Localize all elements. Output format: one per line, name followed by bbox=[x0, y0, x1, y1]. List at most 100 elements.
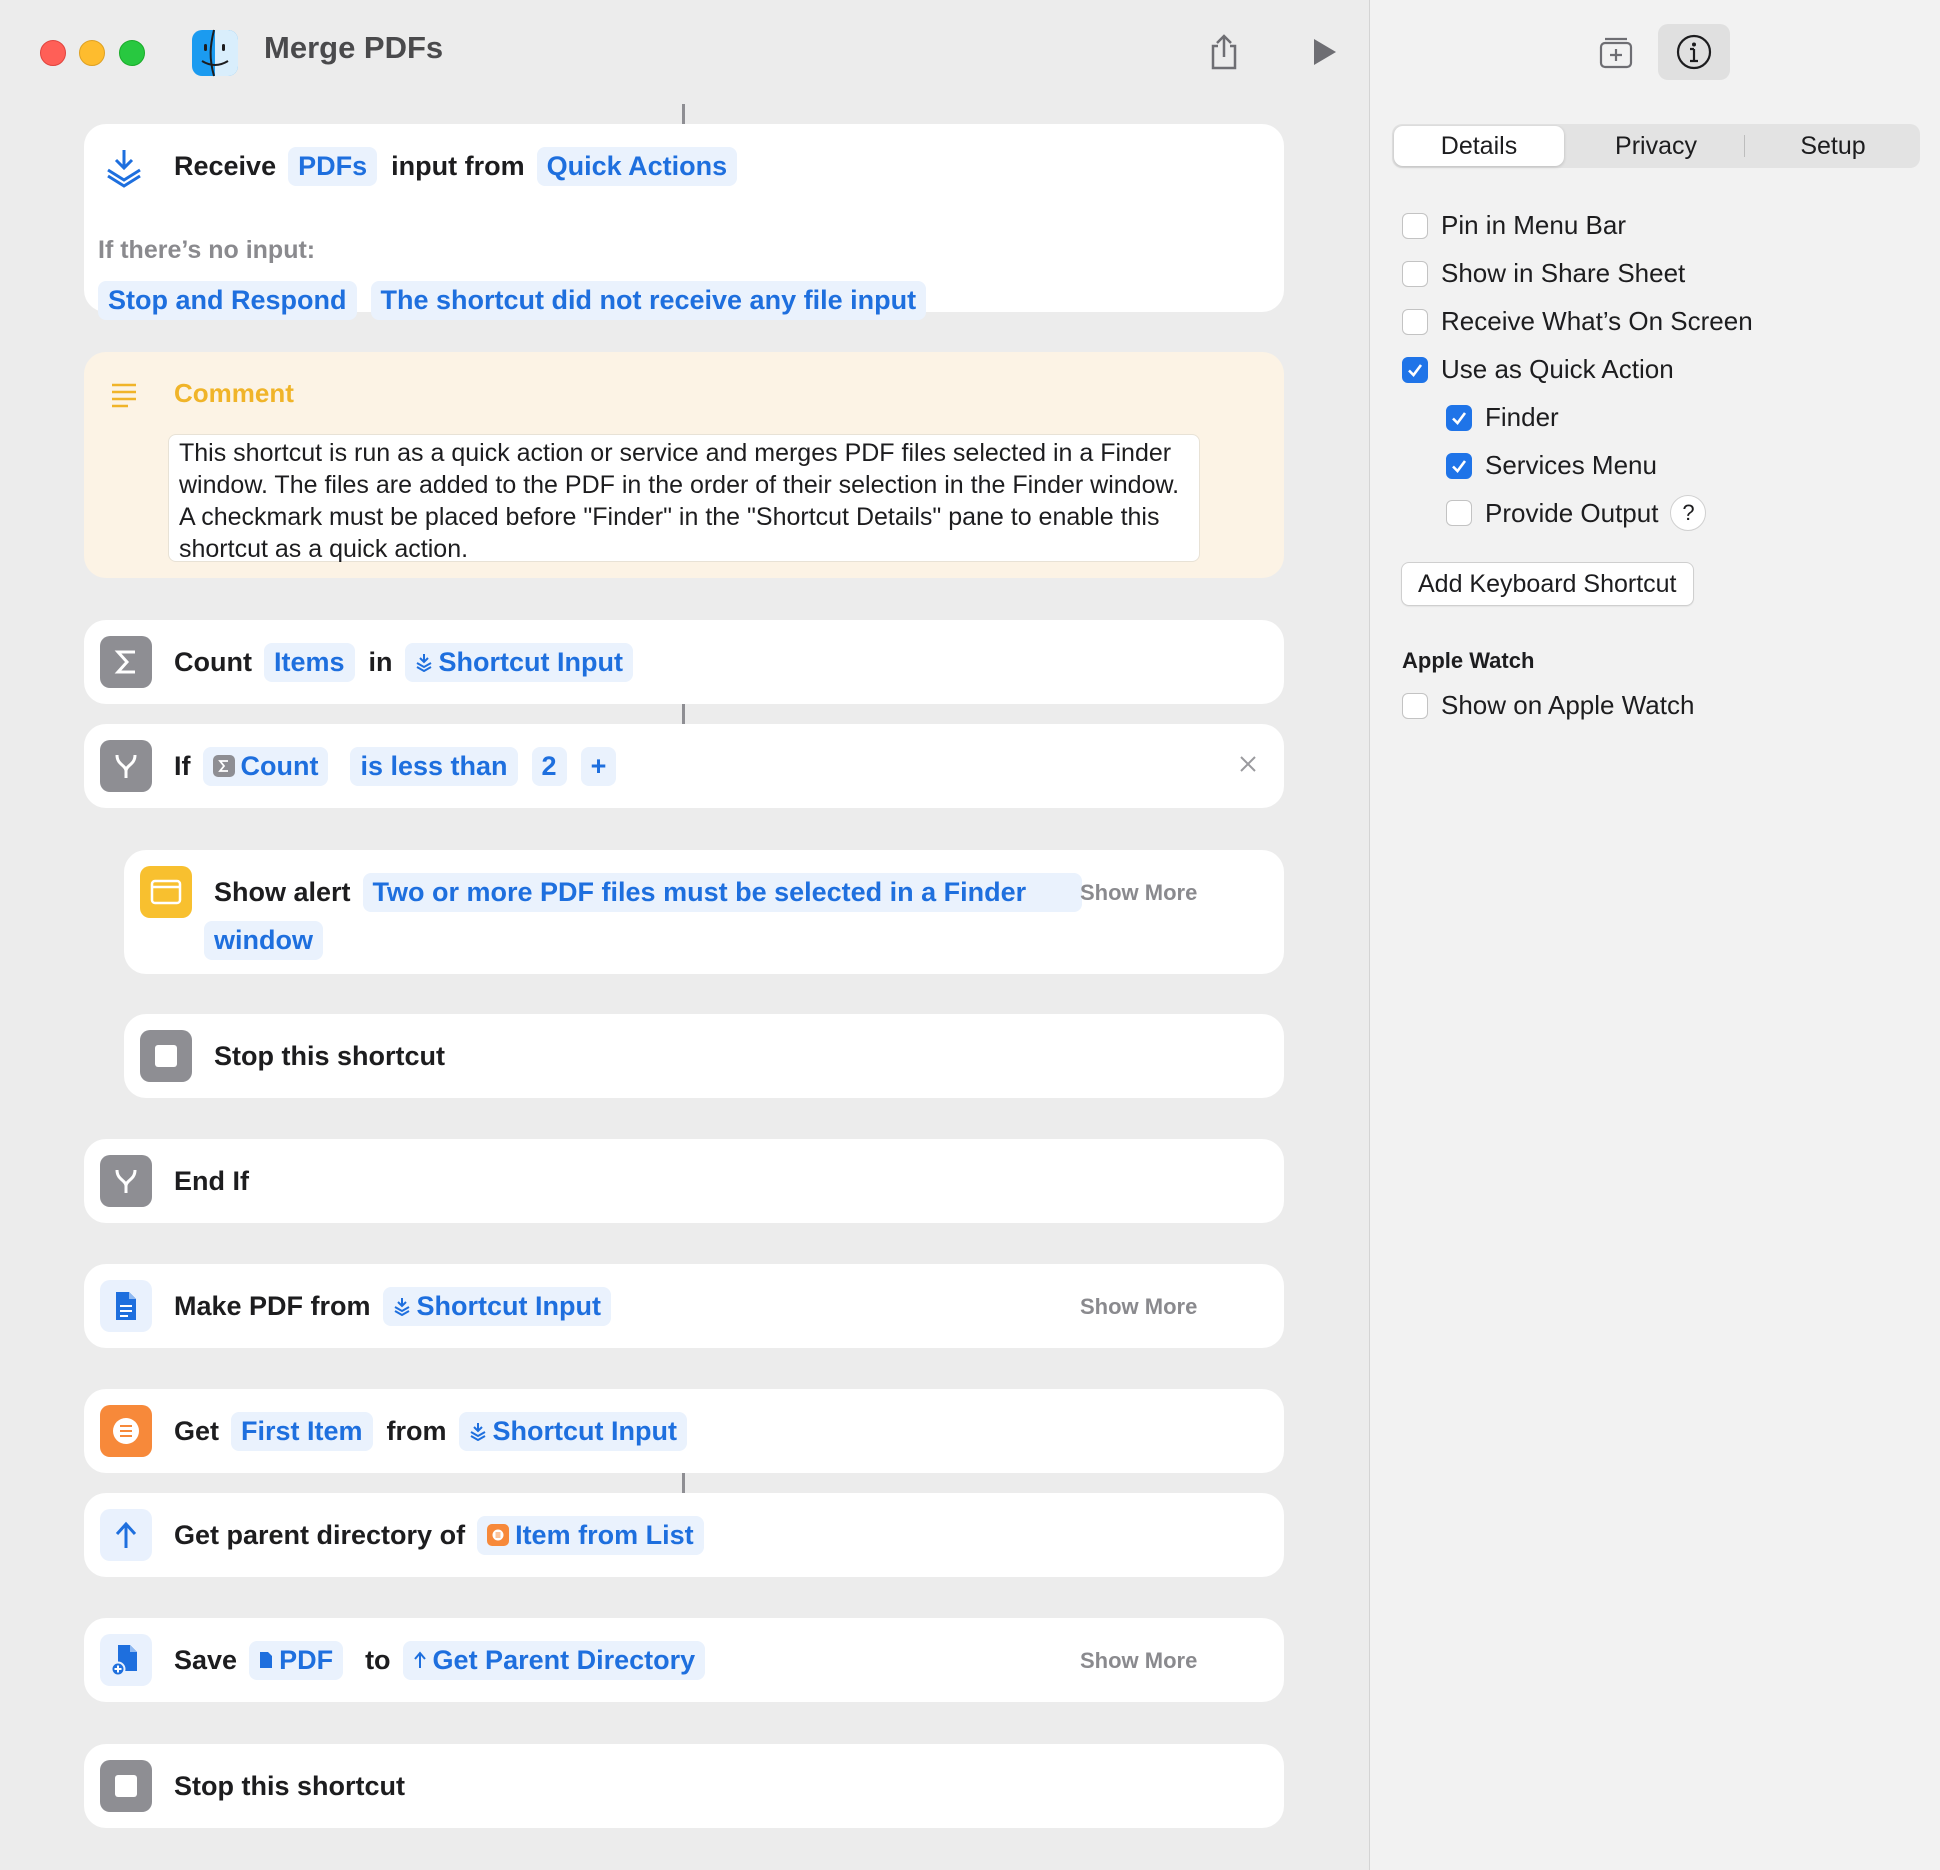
stop-action-card[interactable]: Stop this shortcut bbox=[124, 1014, 1284, 1098]
option-label: Use as Quick Action bbox=[1441, 354, 1674, 384]
close-window-button[interactable] bbox=[40, 40, 66, 66]
action-editor: Receive PDFs input from Quick Actions If… bbox=[0, 104, 1369, 1870]
checkbox[interactable] bbox=[1402, 260, 1428, 287]
checkbox[interactable] bbox=[1402, 212, 1428, 239]
option-provide-output[interactable]: Provide Output ? bbox=[1446, 495, 1707, 531]
pdf-variable-token[interactable]: PDF bbox=[249, 1640, 344, 1680]
library-icon bbox=[1599, 37, 1633, 69]
checkbox-checked[interactable] bbox=[1402, 356, 1428, 383]
count-keyword: Count bbox=[174, 646, 252, 677]
count-type-token[interactable]: Items bbox=[263, 642, 355, 682]
tab-divider bbox=[1744, 135, 1745, 157]
parent-directory-token[interactable]: Get Parent Directory bbox=[402, 1640, 706, 1680]
checkmark-icon bbox=[1408, 363, 1423, 377]
input-type-token[interactable]: PDFs bbox=[288, 146, 378, 186]
checkbox-checked[interactable] bbox=[1446, 452, 1472, 479]
receive-keyword: Receive bbox=[174, 150, 277, 181]
get-item-action-card[interactable]: Get First Item from Shortcut Input bbox=[84, 1389, 1284, 1473]
input-source-token[interactable]: Quick Actions bbox=[536, 146, 738, 186]
count-variable-label: Count bbox=[240, 750, 319, 781]
option-use-as-quick-action[interactable]: Use as Quick Action bbox=[1402, 354, 1674, 385]
make-pdf-action-card[interactable]: Make PDF from Shortcut Input Show More bbox=[84, 1264, 1284, 1348]
stop-keyword: Stop this shortcut bbox=[214, 1040, 445, 1071]
add-keyboard-shortcut-button[interactable]: Add Keyboard Shortcut bbox=[1401, 562, 1694, 606]
count-variable-token[interactable]: Count bbox=[202, 746, 329, 786]
option-label: Show in Share Sheet bbox=[1441, 258, 1686, 288]
checkbox[interactable] bbox=[1402, 692, 1428, 719]
stop-icon bbox=[100, 1760, 152, 1812]
option-services-menu[interactable]: Services Menu bbox=[1446, 450, 1657, 481]
sigma-icon bbox=[212, 755, 235, 777]
no-input-message-token[interactable]: The shortcut did not receive any file in… bbox=[370, 280, 927, 320]
list-icon bbox=[100, 1405, 152, 1457]
shortcut-input-token[interactable]: Shortcut Input bbox=[458, 1411, 688, 1451]
receive-action-card[interactable]: Receive PDFs input from Quick Actions If… bbox=[84, 124, 1284, 320]
alert-message-token-continued[interactable]: window bbox=[204, 920, 323, 960]
action-library-button[interactable] bbox=[1590, 26, 1642, 78]
close-icon[interactable] bbox=[1238, 754, 1258, 779]
shortcut-input-token[interactable]: Shortcut Input bbox=[404, 642, 633, 682]
show-more-button[interactable]: Show More bbox=[1080, 880, 1197, 906]
save-action-card[interactable]: Save PDF to Get Parent Directory Show Mo… bbox=[84, 1618, 1284, 1702]
run-button[interactable] bbox=[1298, 26, 1350, 78]
show-more-button[interactable]: Show More bbox=[1080, 1294, 1197, 1320]
option-show-on-apple-watch[interactable]: Show on Apple Watch bbox=[1402, 690, 1694, 721]
share-button[interactable] bbox=[1198, 26, 1250, 78]
add-condition-button[interactable]: + bbox=[580, 746, 617, 786]
branch-icon bbox=[100, 1155, 152, 1207]
tab-details[interactable]: Details bbox=[1394, 126, 1564, 166]
checkbox-checked[interactable] bbox=[1446, 404, 1472, 431]
shortcut-input-token[interactable]: Shortcut Input bbox=[382, 1286, 612, 1326]
minimize-window-button[interactable] bbox=[79, 40, 105, 66]
shortcut-input-icon bbox=[394, 1298, 410, 1316]
condition-value-token[interactable]: 2 bbox=[531, 746, 567, 786]
comment-title: Comment bbox=[174, 378, 294, 408]
if-row: If Count is less than 2 + bbox=[174, 744, 630, 788]
zoom-window-button[interactable] bbox=[119, 40, 145, 66]
no-input-behavior-token[interactable]: Stop and Respond bbox=[98, 280, 357, 320]
to-keyword: to bbox=[365, 1644, 391, 1675]
shortcut-input-label: Shortcut Input bbox=[438, 646, 623, 677]
tab-privacy[interactable]: Privacy bbox=[1568, 124, 1744, 168]
show-more-button[interactable]: Show More bbox=[1080, 1648, 1197, 1674]
option-finder[interactable]: Finder bbox=[1446, 402, 1559, 433]
item-position-token[interactable]: First Item bbox=[231, 1411, 373, 1451]
comment-text-field[interactable]: This shortcut is run as a quick action o… bbox=[168, 434, 1200, 563]
get-parent-directory-action-card[interactable]: Get parent directory of Item from List bbox=[84, 1493, 1284, 1577]
parent-directory-icon bbox=[413, 1651, 426, 1668]
details-toggle-button[interactable] bbox=[1658, 24, 1730, 80]
get-item-row: Get First Item from Shortcut Input bbox=[174, 1409, 701, 1453]
option-label: Finder bbox=[1485, 402, 1559, 432]
parent-directory-label: Get Parent Directory bbox=[432, 1644, 696, 1675]
help-button[interactable]: ? bbox=[1670, 495, 1707, 531]
count-action-card[interactable]: Count Items in Shortcut Input bbox=[84, 620, 1284, 704]
share-icon bbox=[1211, 34, 1237, 70]
details-sidebar: Details Privacy Setup Pin in Menu Bar Sh… bbox=[1369, 0, 1940, 1870]
show-alert-action-card[interactable]: Show alert Two or more PDF files must be… bbox=[124, 850, 1284, 974]
pdf-variable-label: PDF bbox=[279, 1644, 334, 1675]
checkbox[interactable] bbox=[1402, 308, 1428, 335]
checkbox[interactable] bbox=[1446, 500, 1472, 526]
make-pdf-keyword: Make PDF from bbox=[174, 1290, 371, 1321]
comment-icon bbox=[110, 382, 138, 413]
condition-token[interactable]: is less than bbox=[350, 746, 518, 786]
option-receive-whats-on-screen[interactable]: Receive What’s On Screen bbox=[1402, 306, 1753, 337]
alert-window-icon bbox=[140, 866, 192, 918]
connector-line bbox=[682, 1473, 685, 1493]
checkmark-icon bbox=[1452, 459, 1467, 473]
shortcut-input-label: Shortcut Input bbox=[416, 1290, 602, 1321]
option-label: Pin in Menu Bar bbox=[1441, 210, 1626, 240]
end-if-action-card[interactable]: End If bbox=[84, 1139, 1284, 1223]
item-from-list-token[interactable]: Item from List bbox=[477, 1515, 704, 1555]
alert-message-token[interactable]: Two or more PDF files must be selected i… bbox=[362, 872, 1083, 912]
alert-row: Show alert Two or more PDF files must be… bbox=[214, 870, 1096, 914]
stop-action-card[interactable]: Stop this shortcut bbox=[84, 1744, 1284, 1828]
input-from-keyword: input from bbox=[391, 150, 525, 181]
option-pin-in-menu-bar[interactable]: Pin in Menu Bar bbox=[1402, 210, 1626, 241]
option-show-in-share-sheet[interactable]: Show in Share Sheet bbox=[1402, 258, 1685, 289]
comment-card[interactable]: Comment This shortcut is run as a quick … bbox=[84, 352, 1284, 578]
receive-input-icon bbox=[98, 142, 150, 194]
branch-icon bbox=[100, 740, 152, 792]
tab-setup[interactable]: Setup bbox=[1746, 124, 1920, 168]
if-action-card[interactable]: If Count is less than 2 + bbox=[84, 724, 1284, 808]
